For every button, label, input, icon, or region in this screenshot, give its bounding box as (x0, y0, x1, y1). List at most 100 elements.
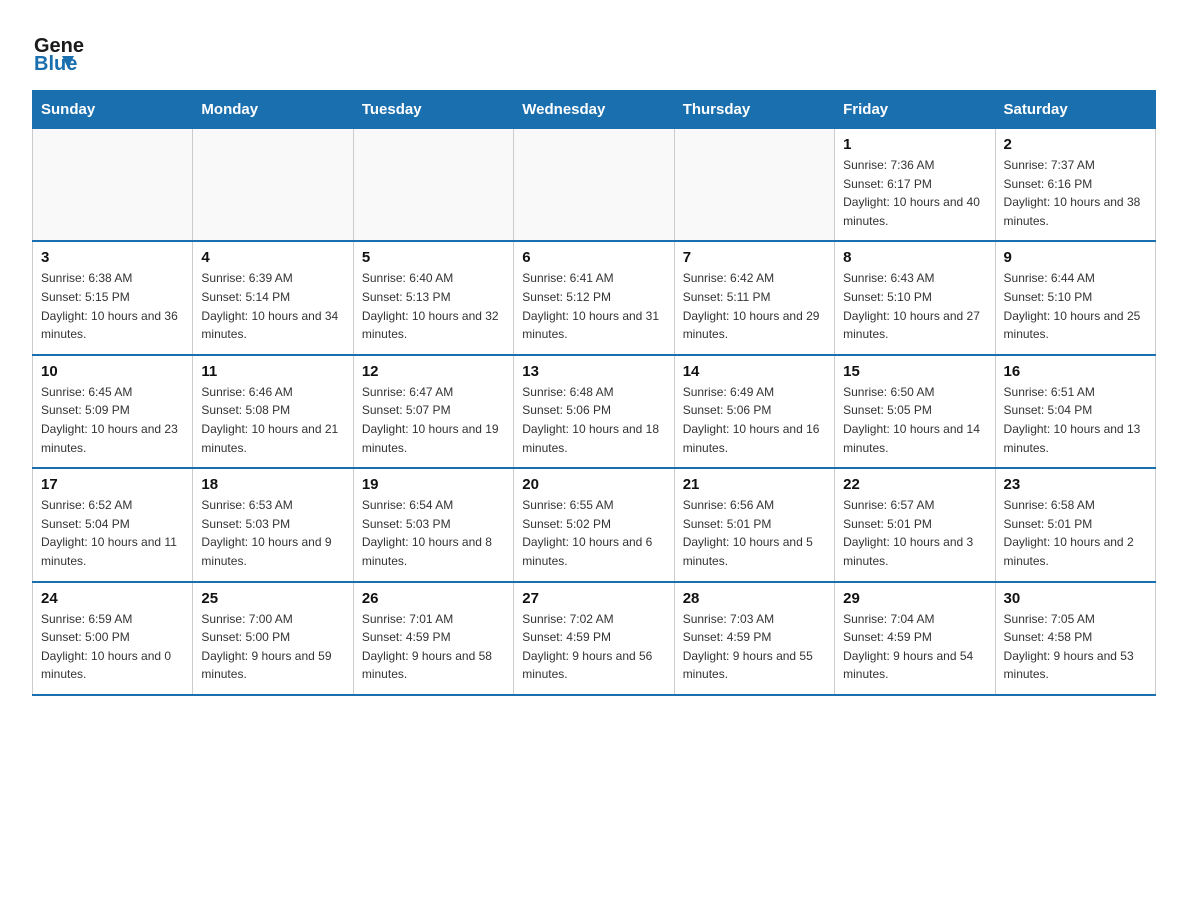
day-number: 12 (362, 363, 505, 380)
day-number: 17 (41, 476, 184, 493)
day-number: 4 (201, 249, 344, 266)
day-info: Sunrise: 7:02 AMSunset: 4:59 PMDaylight:… (522, 610, 665, 684)
weekday-header-thursday: Thursday (674, 91, 834, 129)
calendar-cell (353, 129, 513, 242)
day-info: Sunrise: 6:58 AMSunset: 5:01 PMDaylight:… (1004, 496, 1147, 570)
day-info: Sunrise: 7:03 AMSunset: 4:59 PMDaylight:… (683, 610, 826, 684)
weekday-header-sunday: Sunday (33, 91, 193, 129)
day-number: 19 (362, 476, 505, 493)
calendar-cell: 28 Sunrise: 7:03 AMSunset: 4:59 PMDayligh… (674, 582, 834, 695)
day-info: Sunrise: 6:43 AMSunset: 5:10 PMDaylight:… (843, 269, 986, 343)
calendar-cell (193, 129, 353, 242)
day-info: Sunrise: 6:53 AMSunset: 5:03 PMDaylight:… (201, 496, 344, 570)
calendar-cell: 16 Sunrise: 6:51 AMSunset: 5:04 PMDayligh… (995, 355, 1155, 468)
day-info: Sunrise: 7:36 AMSunset: 6:17 PMDaylight:… (843, 156, 986, 230)
calendar-cell: 24 Sunrise: 6:59 AMSunset: 5:00 PMDayligh… (33, 582, 193, 695)
day-number: 1 (843, 136, 986, 153)
day-info: Sunrise: 6:55 AMSunset: 5:02 PMDaylight:… (522, 496, 665, 570)
day-number: 29 (843, 590, 986, 607)
weekday-header-tuesday: Tuesday (353, 91, 513, 129)
day-info: Sunrise: 7:04 AMSunset: 4:59 PMDaylight:… (843, 610, 986, 684)
day-number: 24 (41, 590, 184, 607)
calendar-cell: 3Sunrise: 6:38 AMSunset: 5:15 PMDaylight… (33, 241, 193, 354)
calendar-cell: 17 Sunrise: 6:52 AMSunset: 5:04 PMDayligh… (33, 468, 193, 581)
day-info: Sunrise: 6:47 AMSunset: 5:07 PMDaylight:… (362, 383, 505, 457)
day-info: Sunrise: 6:57 AMSunset: 5:01 PMDaylight:… (843, 496, 986, 570)
day-info: Sunrise: 6:40 AMSunset: 5:13 PMDaylight:… (362, 269, 505, 343)
day-number: 7 (683, 249, 826, 266)
calendar-cell: 14 Sunrise: 6:49 AMSunset: 5:06 PMDayligh… (674, 355, 834, 468)
logo-icon: General Blue (32, 24, 84, 76)
day-info: Sunrise: 6:44 AMSunset: 5:10 PMDaylight:… (1004, 269, 1147, 343)
day-info: Sunrise: 7:00 AMSunset: 5:00 PMDaylight:… (201, 610, 344, 684)
calendar-table: SundayMondayTuesdayWednesdayThursdayFrid… (32, 90, 1156, 696)
calendar-cell: 23 Sunrise: 6:58 AMSunset: 5:01 PMDayligh… (995, 468, 1155, 581)
calendar-cell: 10 Sunrise: 6:45 AMSunset: 5:09 PMDayligh… (33, 355, 193, 468)
day-number: 3 (41, 249, 184, 266)
day-number: 10 (41, 363, 184, 380)
day-info: Sunrise: 7:37 AMSunset: 6:16 PMDaylight:… (1004, 156, 1147, 230)
weekday-header-monday: Monday (193, 91, 353, 129)
weekday-header-saturday: Saturday (995, 91, 1155, 129)
day-number: 6 (522, 249, 665, 266)
calendar-cell: 2 Sunrise: 7:37 AMSunset: 6:16 PMDaylight… (995, 129, 1155, 242)
day-number: 30 (1004, 590, 1147, 607)
day-number: 16 (1004, 363, 1147, 380)
calendar-cell: 12 Sunrise: 6:47 AMSunset: 5:07 PMDayligh… (353, 355, 513, 468)
calendar-cell: 29 Sunrise: 7:04 AMSunset: 4:59 PMDayligh… (835, 582, 995, 695)
calendar-cell: 5 Sunrise: 6:40 AMSunset: 5:13 PMDaylight… (353, 241, 513, 354)
calendar-cell: 20 Sunrise: 6:55 AMSunset: 5:02 PMDayligh… (514, 468, 674, 581)
calendar-week-row: 10 Sunrise: 6:45 AMSunset: 5:09 PMDayligh… (33, 355, 1156, 468)
day-number: 2 (1004, 136, 1147, 153)
weekday-header-friday: Friday (835, 91, 995, 129)
calendar-cell (674, 129, 834, 242)
calendar-cell (33, 129, 193, 242)
day-info: Sunrise: 6:45 AMSunset: 5:09 PMDaylight:… (41, 383, 184, 457)
calendar-cell: 27 Sunrise: 7:02 AMSunset: 4:59 PMDayligh… (514, 582, 674, 695)
calendar-cell: 7 Sunrise: 6:42 AMSunset: 5:11 PMDaylight… (674, 241, 834, 354)
day-number: 20 (522, 476, 665, 493)
day-number: 5 (362, 249, 505, 266)
calendar-cell (514, 129, 674, 242)
day-info: Sunrise: 6:46 AMSunset: 5:08 PMDaylight:… (201, 383, 344, 457)
day-info: Sunrise: 7:05 AMSunset: 4:58 PMDaylight:… (1004, 610, 1147, 684)
calendar-cell: 19 Sunrise: 6:54 AMSunset: 5:03 PMDayligh… (353, 468, 513, 581)
calendar-cell: 13 Sunrise: 6:48 AMSunset: 5:06 PMDayligh… (514, 355, 674, 468)
day-info: Sunrise: 6:49 AMSunset: 5:06 PMDaylight:… (683, 383, 826, 457)
day-number: 14 (683, 363, 826, 380)
day-info: Sunrise: 6:50 AMSunset: 5:05 PMDaylight:… (843, 383, 986, 457)
calendar-cell: 22 Sunrise: 6:57 AMSunset: 5:01 PMDayligh… (835, 468, 995, 581)
day-info: Sunrise: 6:52 AMSunset: 5:04 PMDaylight:… (41, 496, 184, 570)
day-info: Sunrise: 6:54 AMSunset: 5:03 PMDaylight:… (362, 496, 505, 570)
calendar-cell: 21Sunrise: 6:56 AMSunset: 5:01 PMDayligh… (674, 468, 834, 581)
day-number: 25 (201, 590, 344, 607)
calendar-week-row: 3Sunrise: 6:38 AMSunset: 5:15 PMDaylight… (33, 241, 1156, 354)
day-info: Sunrise: 6:42 AMSunset: 5:11 PMDaylight:… (683, 269, 826, 343)
day-number: 27 (522, 590, 665, 607)
calendar-cell: 15Sunrise: 6:50 AMSunset: 5:05 PMDayligh… (835, 355, 995, 468)
calendar-cell: 4Sunrise: 6:39 AMSunset: 5:14 PMDaylight… (193, 241, 353, 354)
day-number: 26 (362, 590, 505, 607)
day-info: Sunrise: 6:51 AMSunset: 5:04 PMDaylight:… (1004, 383, 1147, 457)
calendar-cell: 25 Sunrise: 7:00 AMSunset: 5:00 PMDayligh… (193, 582, 353, 695)
calendar-cell: 8 Sunrise: 6:43 AMSunset: 5:10 PMDaylight… (835, 241, 995, 354)
day-number: 13 (522, 363, 665, 380)
calendar-cell: 30 Sunrise: 7:05 AMSunset: 4:58 PMDayligh… (995, 582, 1155, 695)
calendar-cell: 9 Sunrise: 6:44 AMSunset: 5:10 PMDaylight… (995, 241, 1155, 354)
calendar-cell: 6 Sunrise: 6:41 AMSunset: 5:12 PMDaylight… (514, 241, 674, 354)
day-info: Sunrise: 6:59 AMSunset: 5:00 PMDaylight:… (41, 610, 184, 684)
day-number: 9 (1004, 249, 1147, 266)
day-info: Sunrise: 7:01 AMSunset: 4:59 PMDaylight:… (362, 610, 505, 684)
day-info: Sunrise: 6:56 AMSunset: 5:01 PMDaylight:… (683, 496, 826, 570)
day-number: 23 (1004, 476, 1147, 493)
calendar-cell: 1 Sunrise: 7:36 AMSunset: 6:17 PMDaylight… (835, 129, 995, 242)
day-number: 11 (201, 363, 344, 380)
day-info: Sunrise: 6:41 AMSunset: 5:12 PMDaylight:… (522, 269, 665, 343)
day-number: 28 (683, 590, 826, 607)
day-number: 22 (843, 476, 986, 493)
calendar-week-row: 24 Sunrise: 6:59 AMSunset: 5:00 PMDayligh… (33, 582, 1156, 695)
calendar-week-row: 1 Sunrise: 7:36 AMSunset: 6:17 PMDaylight… (33, 129, 1156, 242)
day-info: Sunrise: 6:48 AMSunset: 5:06 PMDaylight:… (522, 383, 665, 457)
calendar-cell: 26 Sunrise: 7:01 AMSunset: 4:59 PMDayligh… (353, 582, 513, 695)
day-number: 8 (843, 249, 986, 266)
